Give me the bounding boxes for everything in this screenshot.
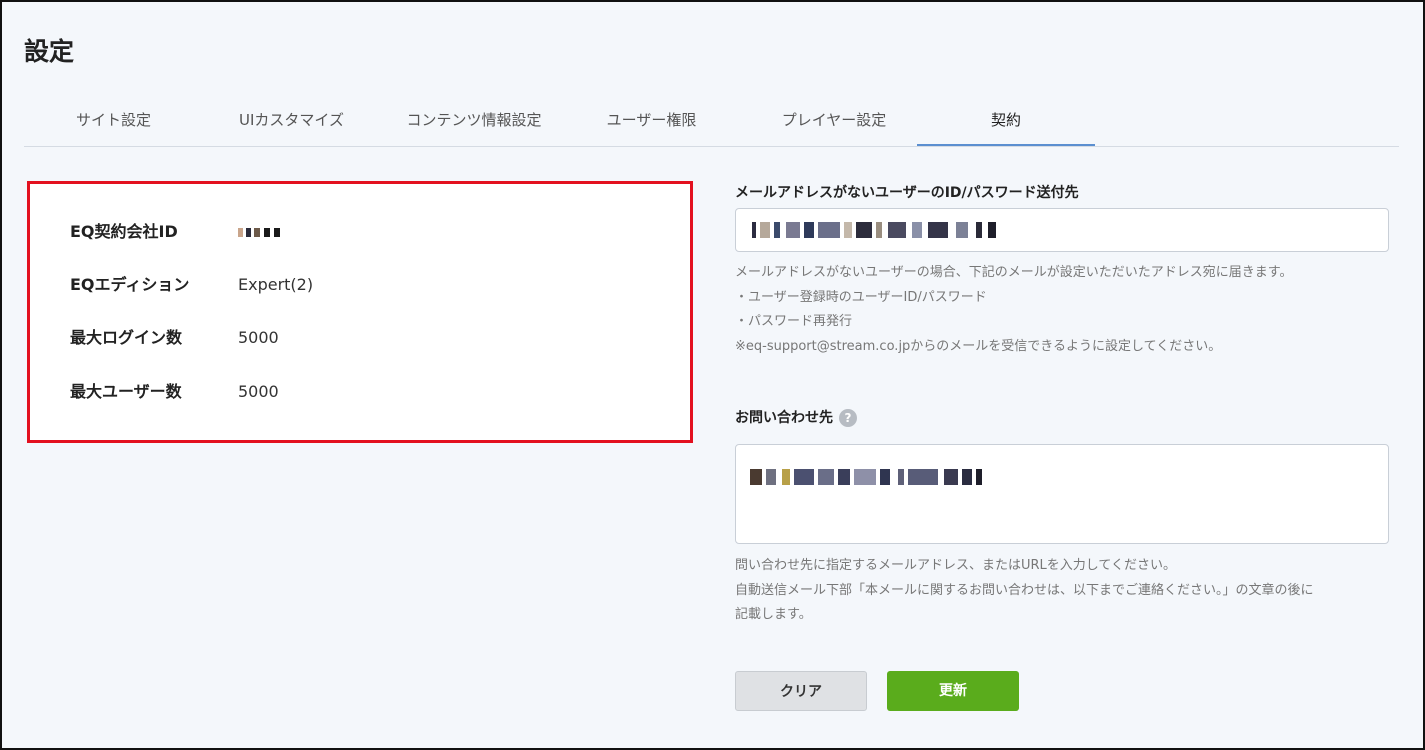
edition-value: Expert(2) bbox=[238, 275, 314, 294]
tab-player-settings[interactable]: プレイヤー設定 bbox=[759, 98, 909, 144]
settings-tabs: サイト設定 UIカスタマイズ コンテンツ情報設定 ユーザー権限 プレイヤー設定 … bbox=[24, 98, 1399, 147]
contact-help: 問い合わせ先に指定するメールアドレス、またはURLを入力してください。 自動送信… bbox=[735, 554, 1395, 628]
tab-contract[interactable]: 契約 bbox=[917, 98, 1095, 146]
edition-label: EQエディション bbox=[70, 275, 190, 294]
contact-textarea[interactable] bbox=[735, 444, 1389, 544]
max-login-value: 5000 bbox=[238, 328, 279, 347]
send-address-help-line: ・パスワード再発行 bbox=[735, 314, 853, 329]
masked-contact-value bbox=[750, 469, 990, 487]
tab-content-info-settings[interactable]: コンテンツ情報設定 bbox=[394, 98, 554, 144]
send-address-input[interactable] bbox=[735, 208, 1389, 252]
contract-info-panel: EQ契約会社ID EQエディション Expert(2) 最大ログイン数 5000… bbox=[27, 181, 693, 443]
contact-label: お問い合わせ先 bbox=[735, 410, 833, 426]
company-id-label: EQ契約会社ID bbox=[70, 222, 178, 241]
contact-label-row: お問い合わせ先? bbox=[735, 407, 857, 427]
tab-site-settings[interactable]: サイト設定 bbox=[46, 98, 181, 144]
max-users-value: 5000 bbox=[238, 382, 279, 401]
max-login-label: 最大ログイン数 bbox=[70, 328, 183, 347]
settings-page: 設定 サイト設定 UIカスタマイズ コンテンツ情報設定 ユーザー権限 プレイヤー… bbox=[0, 0, 1425, 750]
question-circle-icon[interactable]: ? bbox=[839, 409, 857, 427]
send-address-help: メールアドレスがないユーザーの場合、下記のメールが設定いただいたアドレス宛に届き… bbox=[735, 261, 1395, 359]
send-address-label: メールアドレスがないユーザーのID/パスワード送付先 bbox=[735, 185, 1079, 201]
tab-user-permissions[interactable]: ユーザー権限 bbox=[579, 98, 724, 144]
send-address-help-line: ※eq-support@stream.co.jpからのメールを受信できるように設… bbox=[735, 338, 1222, 354]
tab-ui-customize[interactable]: UIカスタマイズ bbox=[214, 98, 369, 144]
company-id-value-masked bbox=[238, 220, 280, 244]
max-users-label: 最大ユーザー数 bbox=[70, 382, 182, 401]
contact-help-line: 問い合わせ先に指定するメールアドレス、またはURLを入力してください。 bbox=[735, 558, 1177, 573]
contact-help-line: 記載します。 bbox=[735, 607, 812, 622]
send-address-help-line: ・ユーザー登録時のユーザーID/パスワード bbox=[735, 289, 987, 305]
send-address-help-line: メールアドレスがないユーザーの場合、下記のメールが設定いただいたアドレス宛に届き… bbox=[735, 265, 1293, 280]
contact-help-line: 自動送信メール下部「本メールに関するお問い合わせは、以下までご連絡ください。」の… bbox=[735, 582, 1314, 598]
masked-email-value bbox=[752, 222, 1012, 240]
page-title: 設定 bbox=[24, 37, 75, 66]
update-button[interactable]: 更新 bbox=[887, 671, 1019, 711]
clear-button[interactable]: クリア bbox=[735, 671, 867, 711]
